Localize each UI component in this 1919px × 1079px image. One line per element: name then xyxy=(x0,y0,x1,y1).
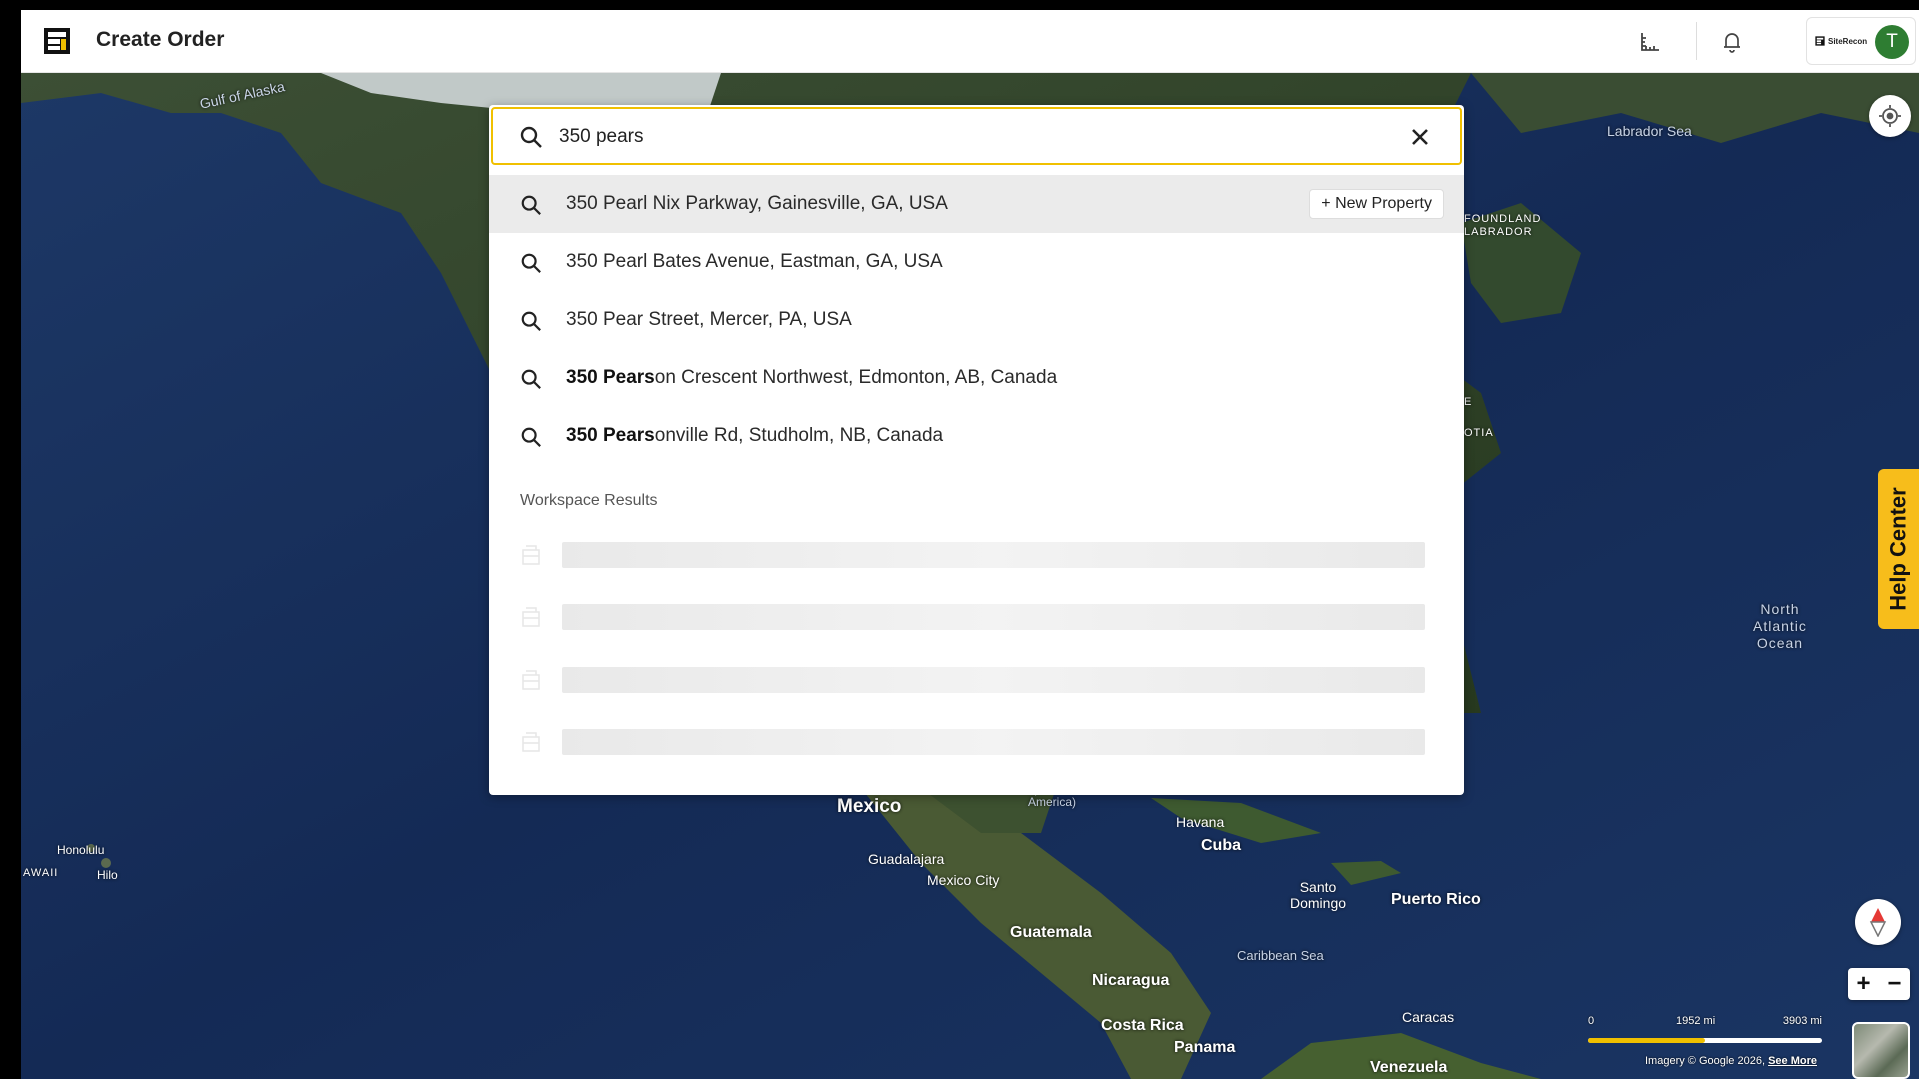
workspace-results-title: Workspace Results xyxy=(520,492,658,509)
search-icon xyxy=(520,310,542,337)
scale-start: 0 xyxy=(1588,1015,1595,1027)
workspace-skeleton-row xyxy=(489,727,1464,757)
attribution-text: Imagery © Google 2026, xyxy=(1645,1055,1766,1067)
building-icon xyxy=(522,607,540,627)
zoom-out-button[interactable]: − xyxy=(1879,968,1910,1000)
bell-icon[interactable] xyxy=(1719,29,1745,55)
map-label-puerto-rico: Puerto Rico xyxy=(1391,891,1481,908)
map-label-nova-scotia: OTIA xyxy=(1464,427,1494,439)
logo-icon[interactable] xyxy=(43,27,71,55)
suggestion-text: 350 Pearl Nix Parkway, Gainesville, GA, … xyxy=(566,193,948,214)
map-label-labrador-sea: Labrador Sea xyxy=(1607,123,1692,139)
search-icon xyxy=(520,368,542,395)
map-label-havana: Havana xyxy=(1176,814,1225,830)
target-icon xyxy=(1879,105,1901,127)
top-black-strip xyxy=(0,0,1919,10)
suggestion-text: 350 Pear Street, Mercer, PA, USA xyxy=(566,309,852,330)
map-label-panama: Panama xyxy=(1174,1039,1236,1056)
suggestion-item[interactable]: 350 Pear Street, Mercer, PA, USA xyxy=(489,291,1464,349)
clear-search-button[interactable] xyxy=(1407,124,1433,150)
skeleton-bar xyxy=(562,604,1425,630)
map-label-mexico-city: Mexico City xyxy=(927,872,1000,888)
org-logo-icon xyxy=(1815,36,1825,46)
suggestion-match: 350 Pears xyxy=(566,425,655,446)
workspace-skeleton-row xyxy=(489,602,1464,632)
suggestion-text: 350 Pearl Bates Avenue, Eastman, GA, USA xyxy=(566,251,943,272)
suggestion-item[interactable]: 350 Pearson Crescent Northwest, Edmonton… xyxy=(489,349,1464,407)
map-label-guatemala: Guatemala xyxy=(1010,924,1092,941)
skeleton-bar xyxy=(562,542,1425,568)
suggestion-text: 350 Pearson Crescent Northwest, Edmonton… xyxy=(566,367,1058,388)
map-label-cuba: Cuba xyxy=(1201,837,1241,854)
org-switcher[interactable]: SiteRecon T xyxy=(1806,17,1916,65)
map-label-guadalajara: Guadalajara xyxy=(868,851,945,867)
header-divider xyxy=(1696,22,1697,60)
zoom-in-button[interactable]: + xyxy=(1848,968,1879,1000)
zoom-controls: + − xyxy=(1848,968,1910,1000)
page-title: Create Order xyxy=(96,28,225,51)
scale-mid: 1952 mi xyxy=(1676,1015,1716,1027)
map-label-hawaii: AWAII xyxy=(23,867,59,879)
scale-bar xyxy=(1588,1038,1822,1043)
suggestion-match: 350 Pears xyxy=(566,367,655,388)
map-attribution: Imagery © Google 2026, See More xyxy=(1645,1055,1817,1067)
map-label-santo-domingo: Santo Domingo xyxy=(1290,879,1347,911)
compass-icon xyxy=(1869,908,1887,937)
map-label-nicaragua: Nicaragua xyxy=(1092,972,1170,989)
map-label-honolulu: Honolulu xyxy=(57,843,105,857)
search-panel: 350 Pearl Nix Parkway, Gainesville, GA, … xyxy=(489,105,1464,795)
locate-button[interactable] xyxy=(1869,95,1911,137)
map-label-hilo: Hilo xyxy=(97,868,118,882)
help-center-label: Help Center xyxy=(1885,487,1911,611)
avatar[interactable]: T xyxy=(1875,25,1909,59)
search-input[interactable] xyxy=(559,121,1379,153)
building-icon xyxy=(522,670,540,690)
map-label-caribbean-sea: Caribbean Sea xyxy=(1237,948,1324,963)
search-suggestions: 350 Pearl Nix Parkway, Gainesville, GA, … xyxy=(489,175,1464,465)
building-icon xyxy=(522,732,540,752)
app-header: Create Order SiteRecon T xyxy=(21,10,1919,73)
search-icon xyxy=(519,125,543,154)
org-name: SiteRecon xyxy=(1828,36,1868,46)
map-label-costa-rica: Costa Rica xyxy=(1101,1017,1184,1034)
suggestion-text: 350 Pearsonville Rd, Studholm, NB, Canad… xyxy=(566,425,944,446)
help-center-tab[interactable]: Help Center xyxy=(1878,469,1919,629)
map-layer-toggle[interactable] xyxy=(1852,1022,1910,1079)
map-label-mexico: Mexico xyxy=(837,796,902,817)
scale-end: 3903 mi xyxy=(1782,1015,1822,1027)
compass-button[interactable] xyxy=(1855,899,1901,945)
map-label-caracas: Caracas xyxy=(1402,1009,1455,1025)
close-icon xyxy=(1412,129,1428,145)
search-icon xyxy=(520,252,542,279)
map-label-newfoundland: FOUNDLAND LABRADOR xyxy=(1464,213,1542,238)
scale-fill xyxy=(1588,1038,1705,1043)
workspace-skeleton-row xyxy=(489,665,1464,695)
see-more-link[interactable]: See More xyxy=(1768,1055,1817,1067)
suggestion-item[interactable]: 350 Pearl Nix Parkway, Gainesville, GA, … xyxy=(489,175,1464,233)
measure-icon[interactable] xyxy=(1637,29,1663,55)
search-icon xyxy=(520,426,542,453)
map-label-venezuela: Venezuela xyxy=(1370,1059,1448,1076)
map-scale: 0 1952 mi 3903 mi xyxy=(1588,1015,1822,1045)
map-label-nova-scotia-e: E xyxy=(1464,396,1473,408)
left-black-strip xyxy=(0,0,21,1079)
workspace-skeleton-row xyxy=(489,540,1464,570)
skeleton-bar xyxy=(562,667,1425,693)
suggestion-item[interactable]: 350 Pearl Bates Avenue, Eastman, GA, USA xyxy=(489,233,1464,291)
building-icon xyxy=(522,545,540,565)
map-label-north-atlantic: North Atlantic Ocean xyxy=(1753,601,1807,651)
new-property-button[interactable]: + New Property xyxy=(1309,189,1444,219)
search-bar xyxy=(491,107,1462,165)
suggestion-item[interactable]: 350 Pearsonville Rd, Studholm, NB, Canad… xyxy=(489,407,1464,465)
skeleton-bar xyxy=(562,729,1425,755)
search-icon xyxy=(520,194,542,221)
